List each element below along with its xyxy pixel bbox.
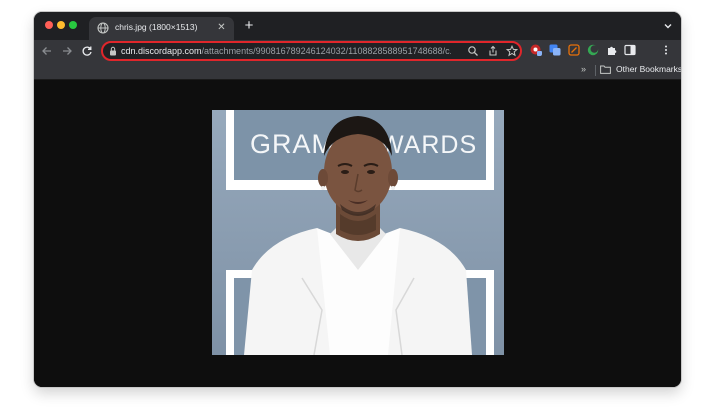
globe-icon xyxy=(97,22,109,34)
displayed-image[interactable]: GRAM WARDS xyxy=(212,110,504,355)
extension-orange-icon[interactable] xyxy=(568,44,580,56)
tab-close-icon[interactable]: ✕ xyxy=(215,21,228,34)
svg-text:WARDS: WARDS xyxy=(380,131,477,159)
toolbar: cdn.discordapp.com/attachments/990816789… xyxy=(34,40,681,62)
url-text[interactable]: cdn.discordapp.com/attachments/990816789… xyxy=(121,45,451,57)
star-icon[interactable] xyxy=(506,45,518,57)
browser-window: chris.jpg (1800×1513) ✕ + cdn.discordapp… xyxy=(34,12,681,387)
arrow-right-icon[interactable] xyxy=(60,44,74,58)
svg-text:GRAM: GRAM xyxy=(250,129,335,159)
tab-title: chris.jpg (1800×1513) xyxy=(115,22,198,32)
extension-translate-icon[interactable] xyxy=(549,44,561,56)
side-panel-icon[interactable] xyxy=(624,44,636,56)
minimize-window-button[interactable] xyxy=(57,21,65,29)
maximize-window-button[interactable] xyxy=(69,21,77,29)
address-bar[interactable]: cdn.discordapp.com/attachments/990816789… xyxy=(101,41,522,61)
folder-icon xyxy=(600,65,611,74)
extension-green-icon[interactable] xyxy=(587,44,599,56)
url-host: cdn.discordapp.com xyxy=(121,46,202,56)
chevron-down-icon[interactable] xyxy=(663,21,673,31)
magnifier-icon[interactable] xyxy=(467,45,479,57)
new-tab-button[interactable]: + xyxy=(241,18,257,34)
bookmarks-overflow-button[interactable]: » xyxy=(581,64,586,74)
close-window-button[interactable] xyxy=(45,21,53,29)
tab-active[interactable]: chris.jpg (1800×1513) ✕ xyxy=(89,17,234,40)
share-icon[interactable] xyxy=(487,45,499,57)
reload-icon[interactable] xyxy=(80,44,94,58)
bookmarks-divider xyxy=(595,65,596,76)
puzzle-icon[interactable] xyxy=(606,44,618,56)
other-bookmarks-label: Other Bookmarks xyxy=(616,64,681,74)
arrow-left-icon[interactable] xyxy=(40,44,54,58)
bookmarks-bar: » Other Bookmarks xyxy=(34,62,681,80)
lock-icon[interactable] xyxy=(109,46,117,56)
url-path: /attachments/990816789246124032/11088285… xyxy=(201,46,451,56)
kebab-menu-icon[interactable] xyxy=(662,44,670,56)
extension-red-icon[interactable] xyxy=(530,44,542,56)
tab-strip: chris.jpg (1800×1513) ✕ + xyxy=(34,12,681,40)
image-viewer: GRAM WARDS xyxy=(34,80,681,387)
